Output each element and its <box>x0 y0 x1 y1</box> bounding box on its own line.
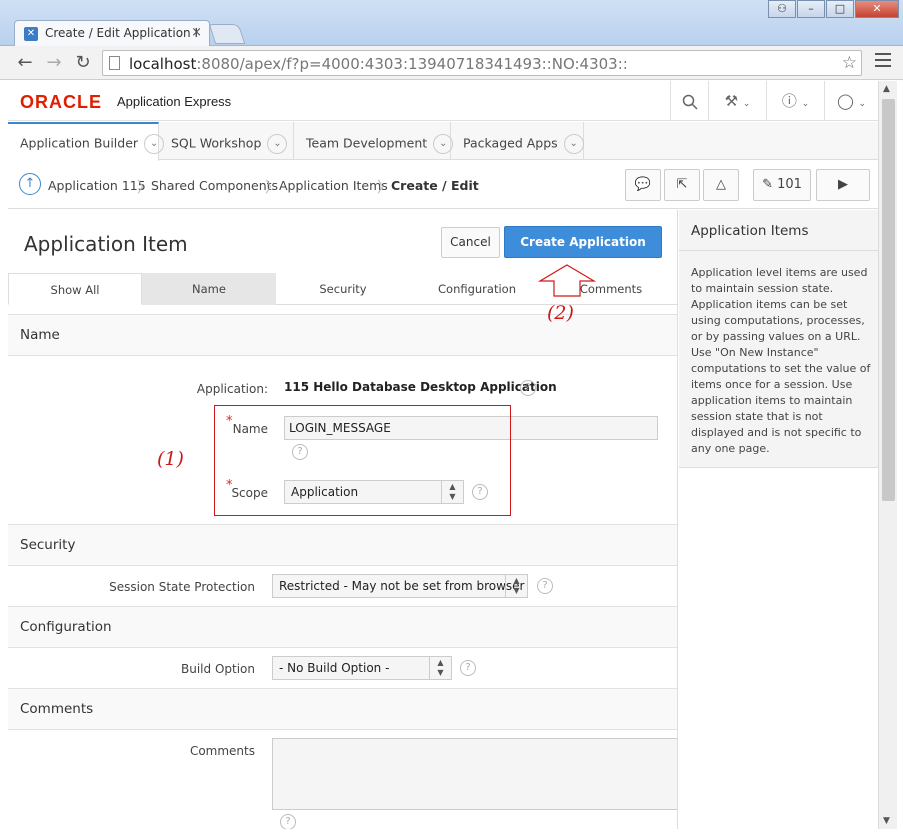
section-security-heading: Security <box>8 524 677 566</box>
apex-header: ORACLE Application Express ⚒ ⌄ ⓘ ⌄ ◯ ⌄ <box>8 81 878 121</box>
browser-titlebar: ✕ Create / Edit Application I × ⚇ – □ ✕ <box>0 0 903 46</box>
annotation-label-1: (1) <box>157 448 184 470</box>
new-tab-button[interactable] <box>208 24 246 44</box>
browser-tab[interactable]: ✕ Create / Edit Application I × <box>14 20 210 46</box>
annotation-arrow-icon <box>537 264 597 297</box>
tab-security[interactable]: Security <box>276 273 410 305</box>
help-icon[interactable]: ? <box>520 380 536 396</box>
section-comments-heading: Comments <box>8 688 677 730</box>
ssp-label: Session State Protection <box>109 580 255 594</box>
help-icon[interactable]: ? <box>537 578 553 594</box>
annotation-label-2: (2) <box>547 302 574 324</box>
product-name: Application Express <box>117 94 232 109</box>
feedback-icon[interactable]: 💬 <box>625 169 661 201</box>
help-panel: Application Items Application level item… <box>679 210 878 468</box>
reload-icon[interactable]: ↻ <box>72 52 94 73</box>
browser-toolbar: ← → ↻ localhost:8080/apex/f?p=4000:4303:… <box>0 46 903 80</box>
back-arrow-icon[interactable]: ← <box>14 52 36 73</box>
help-panel-text: Application level items are used to main… <box>691 266 871 455</box>
build-option-value: - No Build Option - <box>279 661 390 675</box>
cancel-button[interactable]: Cancel <box>441 227 500 258</box>
build-option-select[interactable]: - No Build Option - ▲ ▼ <box>272 656 452 680</box>
vertical-scrollbar[interactable]: ▲ ▼ <box>878 81 897 829</box>
tab-team-development[interactable]: Team Development ⌄ <box>294 122 454 160</box>
oracle-logo: ORACLE <box>20 92 102 112</box>
user-menu-icon[interactable]: ◯ ⌄ <box>824 81 878 121</box>
admin-wrench-icon[interactable]: ⚒ ⌄ <box>708 81 766 121</box>
comments-textarea[interactable] <box>272 738 677 810</box>
help-icon[interactable]: ? <box>460 660 476 676</box>
help-menu-icon[interactable]: ⓘ ⌄ <box>766 81 824 121</box>
comments-label: Comments <box>189 744 255 758</box>
session-state-protection-select[interactable]: Restricted - May not be set from browser… <box>272 574 528 598</box>
create-application-item-button[interactable]: Create Application Item <box>504 226 662 279</box>
maximize-button[interactable]: □ <box>826 0 854 18</box>
tab-label: Application Builder <box>20 135 139 151</box>
tab-sql-workshop[interactable]: SQL Workshop ⌄ <box>159 122 294 160</box>
tab-packaged-apps[interactable]: Packaged Apps ⌄ <box>451 122 584 160</box>
breadcrumb-separator: 〉 <box>377 178 393 196</box>
apex-favicon-icon: ✕ <box>24 27 38 41</box>
window-close-button[interactable]: ✕ <box>855 0 899 18</box>
ssp-value: Restricted - May not be set from browser <box>279 579 525 593</box>
play-icon: ▶ <box>838 177 848 192</box>
address-bar[interactable]: localhost:8080/apex/f?p=4000:4303:139407… <box>102 50 862 76</box>
edit-page-button[interactable]: ✎ 101 <box>753 169 811 201</box>
application-label: Application: <box>196 382 268 396</box>
help-icon[interactable]: ? <box>280 814 296 829</box>
chevron-down-icon[interactable]: ⌄ <box>267 134 288 154</box>
edit-icon: ✎ <box>762 177 773 192</box>
browser-menu-icon[interactable] <box>875 53 891 71</box>
breadcrumb-shared-components[interactable]: Shared Components <box>151 178 278 193</box>
url-path: :8080/apex/f?p=4000:4303:13940718341493:… <box>196 55 628 73</box>
run-page-button[interactable]: ▶ <box>816 169 870 201</box>
tab-label: Team Development <box>306 135 428 151</box>
breadcrumb-application-items[interactable]: Application Items <box>279 178 388 193</box>
up-arrow-icon[interactable]: ↑ <box>19 173 41 195</box>
breadcrumb-current: Create / Edit <box>391 178 479 193</box>
chevron-down-icon[interactable]: ⌄ <box>563 134 584 154</box>
minimize-button[interactable]: – <box>797 0 825 18</box>
main-nav-tabs: Application Builder ⌄ SQL Workshop ⌄ Team … <box>8 122 878 161</box>
developer-cursor-icon[interactable]: ⇱ <box>664 169 700 201</box>
breadcrumb-separator: 〉 <box>137 178 153 196</box>
window-controls: ⚇ – □ ✕ <box>767 0 899 18</box>
search-icon[interactable] <box>670 81 708 121</box>
forward-arrow-icon[interactable]: → <box>43 52 65 73</box>
bookmark-star-icon[interactable]: ☆ <box>842 53 857 73</box>
build-option-label: Build Option <box>181 662 255 676</box>
tab-name[interactable]: Name <box>142 273 276 305</box>
tab-label: Packaged Apps <box>463 135 558 151</box>
page-title: Application Item <box>24 232 188 256</box>
page-number: 101 <box>777 177 802 192</box>
main-content: Application Item Cancel Create Applicati… <box>8 210 678 829</box>
page-icon <box>109 56 120 70</box>
divider <box>679 250 878 251</box>
application-value: 115 Hello Database Desktop Application <box>284 380 557 394</box>
tab-show-all[interactable]: Show All <box>8 273 142 305</box>
tab-application-builder[interactable]: Application Builder ⌄ <box>8 122 165 161</box>
section-configuration-heading: Configuration <box>8 606 677 648</box>
scroll-down-icon[interactable]: ▼ <box>883 816 890 826</box>
tab-label: SQL Workshop <box>171 135 262 151</box>
annotation-box <box>214 405 511 516</box>
browser-tab-title: Create / Edit Application I <box>45 26 198 40</box>
breadcrumb-application[interactable]: Application 115 <box>48 178 146 193</box>
select-arrows-icon: ▲ ▼ <box>505 575 527 597</box>
breadcrumb-separator: 〉 <box>265 178 281 196</box>
scrollbar-thumb[interactable] <box>882 99 895 501</box>
user-icon[interactable]: ⚇ <box>768 0 796 18</box>
tab-close-icon[interactable]: × <box>191 25 202 40</box>
tab-configuration[interactable]: Configuration <box>410 273 544 305</box>
select-arrows-icon: ▲ ▼ <box>429 657 451 679</box>
scroll-up-icon[interactable]: ▲ <box>883 84 890 94</box>
help-panel-title: Application Items <box>691 223 809 239</box>
section-name-heading: Name <box>8 314 677 356</box>
url-host: localhost <box>129 55 197 73</box>
shapes-icon[interactable]: △ <box>703 169 739 201</box>
breadcrumb: ↑ Application 115 〉 Shared Components 〉 … <box>8 161 878 209</box>
